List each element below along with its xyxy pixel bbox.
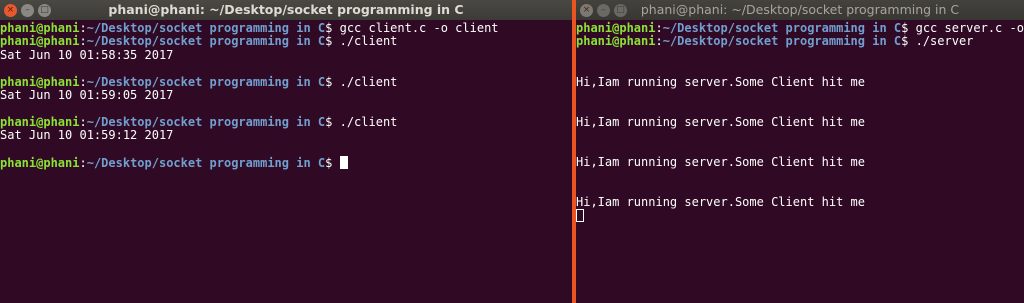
command-text: $ ./server — [901, 34, 974, 49]
prompt-path: ~/Desktop/socket programming in C — [86, 114, 326, 129]
output-text: Sat Jun 10 01:58:35 2017 — [0, 47, 174, 62]
terminal-output[interactable]: phani@phani:~/Desktop/socket programming… — [576, 20, 1024, 223]
maximize-icon[interactable]: □ — [614, 3, 627, 17]
window-title: phani@phani: ~/Desktop/socket programmin… — [108, 2, 464, 17]
prompt-separator: : — [79, 34, 87, 49]
prompt-separator: : — [79, 114, 87, 129]
prompt-path: ~/Desktop/socket programming in C — [86, 155, 326, 170]
prompt-path: ~/Desktop/socket programming in C — [86, 34, 326, 49]
terminal-line — [576, 209, 1024, 223]
terminal-line: Sat Jun 10 01:59:05 2017 — [0, 87, 572, 102]
command-text: $ ./client — [325, 34, 398, 49]
prompt-separator: : — [655, 34, 663, 49]
prompt-user: phani@phani — [0, 74, 80, 89]
prompt-user: phani@phani — [576, 34, 656, 49]
prompt-user: phani@phani — [0, 34, 80, 49]
terminal-line: phani@phani:~/Desktop/socket programming… — [576, 35, 1024, 48]
close-icon[interactable]: × — [580, 3, 593, 17]
terminal-line: Hi,Iam running server.Some Client hit me — [576, 74, 1024, 89]
output-text: Hi,Iam running server.Some Client hit me — [576, 195, 865, 210]
output-text: Sat Jun 10 01:59:05 2017 — [0, 87, 174, 102]
prompt-user: phani@phani — [0, 21, 80, 35]
output-text: Hi,Iam running server.Some Client hit me — [576, 154, 865, 169]
prompt-path: ~/Desktop/socket programming in C — [86, 74, 326, 89]
terminal-output[interactable]: phani@phani:~/Desktop/socket programming… — [0, 20, 572, 169]
titlebar[interactable]: × – □ phani@phani: ~/Desktop/socket prog… — [0, 0, 572, 20]
command-text: $ gcc server.c -o server — [901, 21, 1024, 35]
terminal-window-server[interactable]: × – □ phani@phani: ~/Desktop/socket prog… — [576, 0, 1024, 303]
maximize-icon[interactable]: □ — [38, 3, 51, 17]
terminal-line: phani@phani:~/Desktop/socket programming… — [0, 74, 572, 89]
prompt-user: phani@phani — [576, 21, 656, 35]
terminal-window-client[interactable]: × – □ phani@phani: ~/Desktop/socket prog… — [0, 0, 572, 303]
cursor — [339, 155, 348, 169]
cursor — [576, 209, 584, 223]
command-text: $ — [325, 155, 340, 170]
terminal-line: phani@phani:~/Desktop/socket programming… — [0, 21, 572, 35]
window-title: phani@phani: ~/Desktop/socket programmin… — [640, 2, 960, 17]
prompt-user: phani@phani — [0, 155, 80, 170]
prompt-path: ~/Desktop/socket programming in C — [662, 21, 902, 35]
terminal-line: Sat Jun 10 01:58:35 2017 — [0, 47, 572, 62]
terminal-line: phani@phani:~/Desktop/socket programming… — [0, 35, 572, 48]
terminal-line: Sat Jun 10 01:59:12 2017 — [0, 128, 572, 143]
output-text: Hi,Iam running server.Some Client hit me — [576, 74, 865, 89]
output-text: Hi,Iam running server.Some Client hit me — [576, 114, 865, 129]
command-text: $ ./client — [325, 74, 398, 89]
prompt-separator: : — [79, 155, 87, 170]
minimize-icon[interactable]: – — [21, 3, 34, 17]
terminal-line: Hi,Iam running server.Some Client hit me — [576, 114, 1024, 129]
titlebar[interactable]: × – □ phani@phani: ~/Desktop/socket prog… — [576, 0, 1024, 20]
output-text: Sat Jun 10 01:59:12 2017 — [0, 128, 174, 143]
close-icon[interactable]: × — [4, 3, 17, 17]
prompt-separator: : — [79, 74, 87, 89]
terminal-line: phani@phani:~/Desktop/socket programming… — [0, 114, 572, 129]
prompt-user: phani@phani — [0, 114, 80, 129]
terminal-line: phani@phani:~/Desktop/socket programming… — [576, 21, 1024, 35]
minimize-icon[interactable]: – — [597, 3, 610, 17]
terminal-line: phani@phani:~/Desktop/socket programming… — [0, 155, 572, 170]
command-text: $ ./client — [325, 114, 398, 129]
terminal-line: Hi,Iam running server.Some Client hit me — [576, 195, 1024, 210]
prompt-path: ~/Desktop/socket programming in C — [662, 34, 902, 49]
prompt-path: ~/Desktop/socket programming in C — [86, 21, 326, 35]
terminal-line: Hi,Iam running server.Some Client hit me — [576, 154, 1024, 169]
prompt-separator: : — [655, 21, 663, 35]
prompt-separator: : — [79, 21, 87, 35]
command-text: $ gcc client.c -o client — [325, 21, 499, 35]
